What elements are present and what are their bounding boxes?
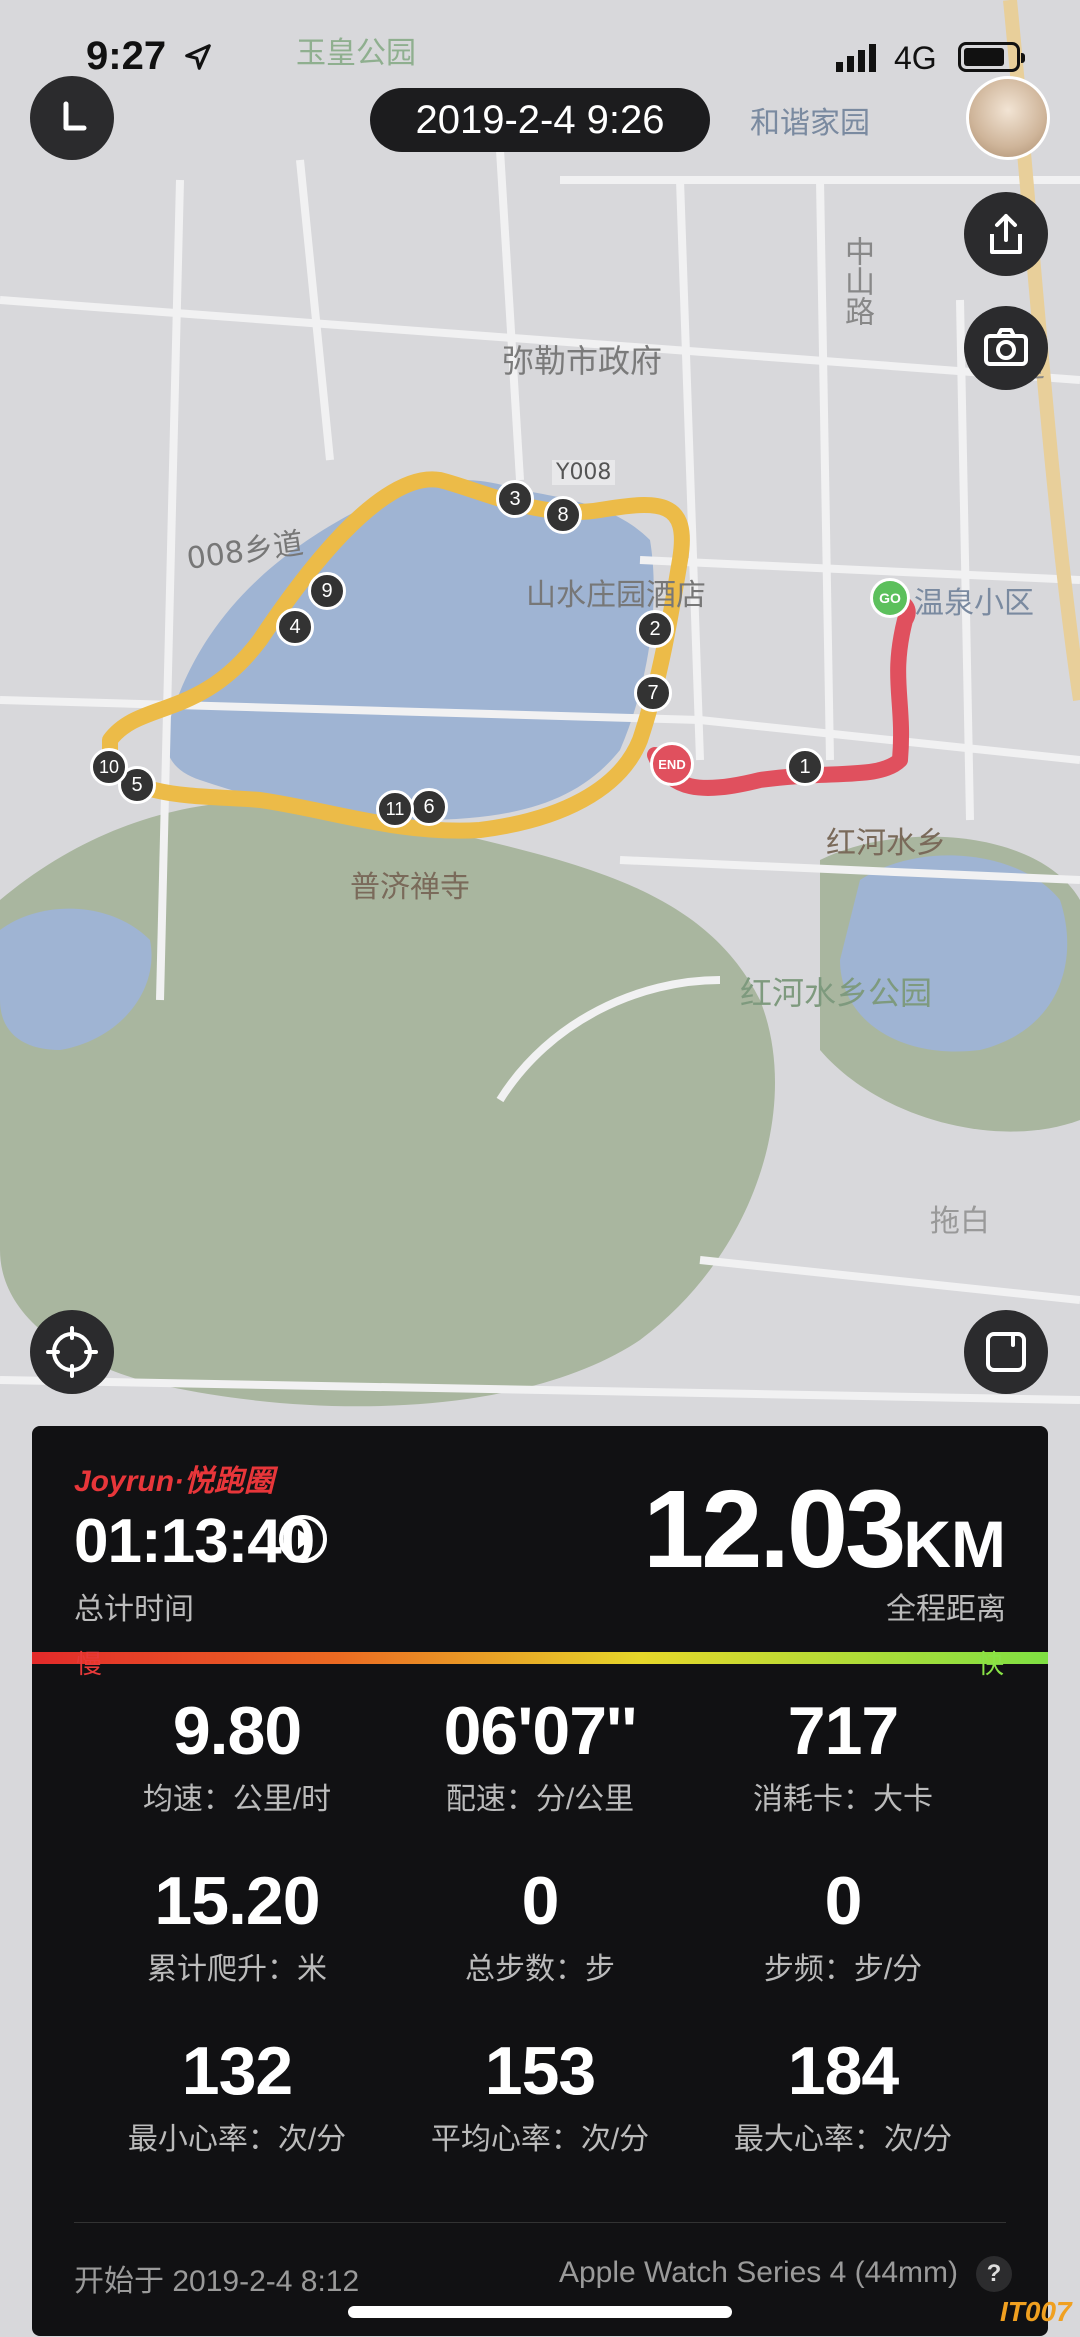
- location-arrow-icon: [185, 44, 211, 70]
- camera-button[interactable]: [964, 306, 1048, 390]
- crosshair-icon: [46, 1326, 98, 1378]
- stat-value: 153: [484, 2033, 596, 2109]
- share-button[interactable]: [964, 192, 1048, 276]
- distance-label: 全程距离: [886, 1593, 1006, 1626]
- expand-icon: [986, 1332, 1026, 1372]
- stat-min-heart-rate: 132 最小心率：次/分: [72, 2032, 402, 2158]
- pace-gradient-bar: [32, 1652, 1048, 1664]
- back-button[interactable]: [30, 76, 114, 160]
- stat-label: 最大心率：次/分: [733, 2123, 953, 2156]
- stat-avg-speed: 9.80 均速：公里/时: [72, 1692, 402, 1818]
- locate-button[interactable]: [30, 1310, 114, 1394]
- share-icon: [990, 214, 1022, 254]
- stat-pace: 06'07'' 配速：分/公里: [375, 1692, 705, 1818]
- divider: [74, 2222, 1006, 2223]
- stat-max-heart-rate: 184 最大心率：次/分: [678, 2032, 1008, 2158]
- stat-label: 最小心率：次/分: [127, 2123, 347, 2156]
- stat-value: 184: [787, 2033, 899, 2109]
- stat-steps: 0 总步数：步: [375, 1862, 705, 1988]
- distance-value-wrap: 12.03KM: [643, 1466, 1006, 1593]
- slow-label: 慢: [76, 1649, 103, 1679]
- expand-button[interactable]: [964, 1310, 1048, 1394]
- camera-icon: [984, 328, 1028, 366]
- stat-value: 0: [824, 1863, 863, 1939]
- stat-label: 均速：公里/时: [142, 1783, 332, 1816]
- run-date: 2019-2-4 9:26: [370, 88, 710, 152]
- stat-value: 717: [787, 1693, 899, 1769]
- brand-logo: Joyrun·悦跑圈: [74, 1465, 275, 1498]
- status-time: 9:27: [86, 34, 167, 78]
- total-time-label: 总计时间: [74, 1593, 194, 1626]
- stat-value: 0: [521, 1863, 560, 1939]
- stat-value: 06'07'': [443, 1693, 638, 1769]
- start-time: 开始于 2019-2-4 8:12: [74, 2265, 360, 2298]
- stat-cadence: 0 步频：步/分: [678, 1862, 1008, 1988]
- back-icon: [63, 101, 87, 131]
- signal-icon: [836, 44, 876, 72]
- stat-avg-heart-rate: 153 平均心率：次/分: [375, 2032, 705, 2158]
- stat-label: 步频：步/分: [763, 1953, 923, 1986]
- stat-label: 配速：分/公里: [445, 1783, 635, 1816]
- stat-value: 15.20: [154, 1863, 320, 1939]
- device-name: Apple Watch Series 4 (44mm): [558, 2256, 958, 2289]
- stat-elevation: 15.20 累计爬升：米: [72, 1862, 402, 1988]
- stat-value: 132: [181, 2033, 293, 2109]
- watermark: IT007: [1000, 2296, 1072, 2327]
- network-type: 4G: [894, 40, 937, 76]
- stat-label: 累计爬升：米: [147, 1953, 327, 1986]
- home-indicator[interactable]: [348, 2306, 732, 2318]
- stat-calories: 717 消耗卡：大卡: [678, 1692, 1008, 1818]
- stat-value: 9.80: [172, 1693, 302, 1769]
- battery-icon: [958, 42, 1025, 72]
- stat-label: 总步数：步: [465, 1953, 615, 1986]
- help-icon[interactable]: ?: [976, 2256, 1012, 2292]
- stat-label: 平均心率：次/分: [430, 2123, 650, 2156]
- play-icon[interactable]: [278, 1514, 328, 1564]
- lake: [840, 855, 1068, 1052]
- stat-label: 消耗卡：大卡: [753, 1783, 933, 1816]
- avatar[interactable]: [966, 76, 1050, 160]
- fast-label: 快: [977, 1649, 1004, 1679]
- distance-value: 12.03: [643, 1468, 906, 1591]
- distance-unit: KM: [903, 1507, 1006, 1581]
- run-summary-panel: Joyrun·悦跑圈 01:13:40 总计时间 12.03KM 全程距离 慢 …: [32, 1426, 1048, 2336]
